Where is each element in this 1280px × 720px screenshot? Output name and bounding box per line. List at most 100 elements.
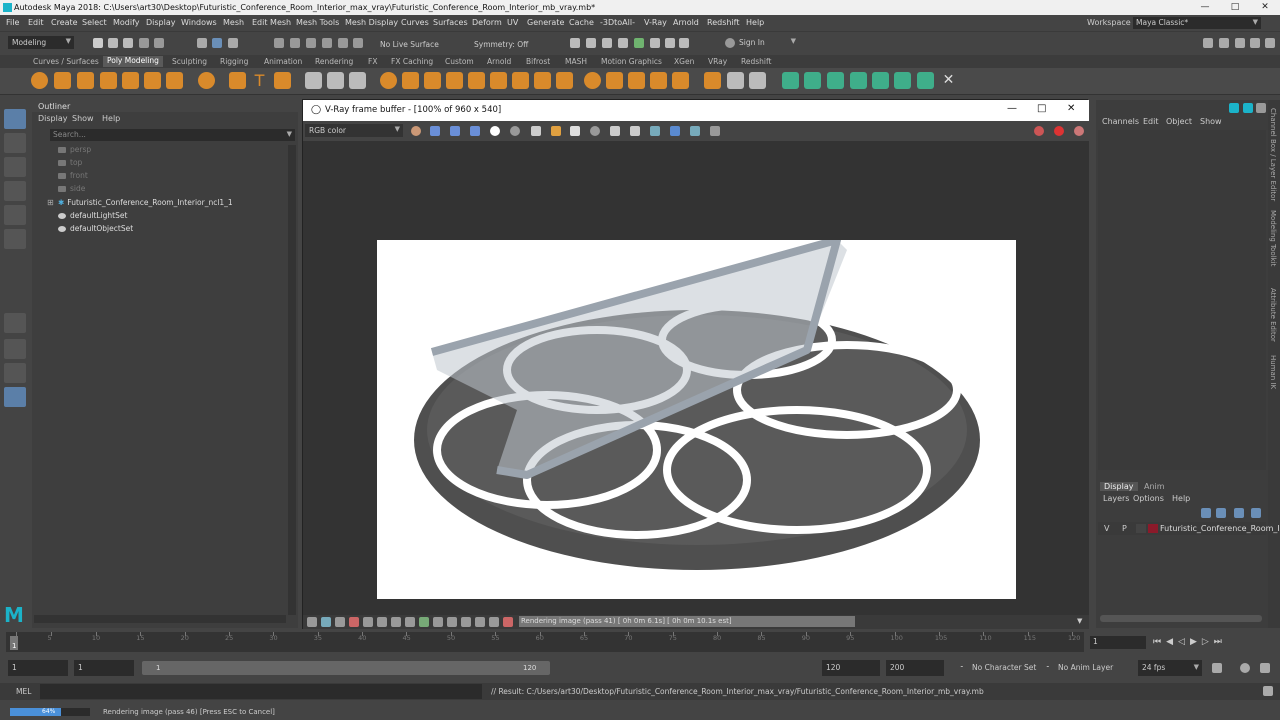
menu-file[interactable]: File <box>6 18 19 27</box>
vray-maximize-button[interactable]: □ <box>1037 103 1046 114</box>
blue-channel-icon[interactable] <box>470 126 480 136</box>
channelbox-menu-show[interactable]: Show <box>1200 117 1222 126</box>
layer-down-icon[interactable] <box>1251 508 1261 518</box>
menu-modify[interactable]: Modify <box>113 18 140 27</box>
toggle-tool-settings-icon[interactable] <box>1235 38 1245 48</box>
anim-prefs-icon[interactable] <box>1260 663 1270 673</box>
anim-end-field[interactable]: 200 <box>886 660 944 676</box>
select-object-icon[interactable] <box>212 38 222 48</box>
current-frame-field[interactable]: 1 <box>1090 636 1146 649</box>
super-shape-icon[interactable] <box>229 72 246 89</box>
combine-icon[interactable] <box>305 72 322 89</box>
vray-tool-icon[interactable] <box>349 617 359 627</box>
symmetry-label[interactable]: Symmetry: Off <box>474 40 528 49</box>
menu-redshift[interactable]: Redshift <box>707 18 739 27</box>
poly-disc-icon[interactable] <box>166 72 183 89</box>
poly-torus-icon[interactable] <box>122 72 139 89</box>
start-render-icon[interactable] <box>1074 126 1084 136</box>
layer-tab-display[interactable]: Display <box>1100 482 1138 491</box>
select-hierarchy-icon[interactable] <box>197 38 207 48</box>
type-tool-icon[interactable]: T <box>251 72 268 89</box>
vray-tool-icon[interactable] <box>461 617 471 627</box>
maximize-button[interactable]: □ <box>1220 0 1250 15</box>
layer-visibility-toggle[interactable]: V <box>1104 524 1109 533</box>
vray-tool-icon[interactable] <box>377 617 387 627</box>
script-language-toggle[interactable]: MEL <box>16 687 31 696</box>
channel-select[interactable]: RGB color ▼ <box>305 124 403 137</box>
layer-menu-help[interactable]: Help <box>1172 494 1190 503</box>
shelf-tab-xgen[interactable]: XGen <box>674 57 694 66</box>
live-surface-label[interactable]: No Live Surface <box>380 40 439 49</box>
color-picker-icon[interactable] <box>411 126 421 136</box>
outliner-item-persp[interactable]: persp <box>58 145 91 154</box>
reduce-icon[interactable] <box>749 72 766 89</box>
vray-tool-icon[interactable] <box>475 617 485 627</box>
character-set-select[interactable]: No Character Set <box>968 660 1038 676</box>
history-icon[interactable] <box>670 126 680 136</box>
menu-cache[interactable]: Cache <box>569 18 594 27</box>
menu-help[interactable]: Help <box>746 18 764 27</box>
track-mouse-icon[interactable] <box>590 126 600 136</box>
snap-vertex-icon[interactable] <box>353 38 363 48</box>
paint-select-icon[interactable] <box>4 157 26 177</box>
lasso-tool-icon[interactable] <box>4 133 26 153</box>
redo-icon[interactable] <box>154 38 164 48</box>
shelf-tab-curves-surfaces[interactable]: Curves / Surfaces <box>33 57 99 66</box>
uv-cylindrical-icon[interactable] <box>804 72 821 89</box>
render-history-icon[interactable] <box>570 38 580 48</box>
layer-row[interactable]: V P Futuristic_Conference_Room_I <box>1098 522 1280 535</box>
menu-create[interactable]: Create <box>51 18 78 27</box>
quad-draw-icon[interactable] <box>704 72 721 89</box>
vray-tool-icon[interactable] <box>307 617 317 627</box>
script-editor-icon[interactable] <box>1263 686 1273 696</box>
shelf-tab-fx-caching[interactable]: FX Caching <box>391 57 433 66</box>
snap-grid-icon[interactable] <box>274 38 284 48</box>
layer-type-toggle[interactable] <box>1136 524 1146 533</box>
outliner-menu-help[interactable]: Help <box>102 114 120 123</box>
shelf-tab-arnold[interactable]: Arnold <box>487 57 511 66</box>
outliner-search-input[interactable]: Search... ▼ <box>50 129 295 141</box>
merge-icon[interactable] <box>512 72 529 89</box>
lens-effects-icon[interactable] <box>690 126 700 136</box>
command-input[interactable] <box>40 684 482 699</box>
menu-select[interactable]: Select <box>82 18 107 27</box>
layer-up-icon[interactable] <box>1234 508 1244 518</box>
anim-layer-select[interactable]: No Anim Layer <box>1054 660 1129 676</box>
outliner-item-side[interactable]: side <box>58 184 85 193</box>
vray-tool-icon[interactable] <box>433 617 443 627</box>
poly-plane-icon[interactable] <box>144 72 161 89</box>
vray-tool-icon[interactable] <box>391 617 401 627</box>
vray-tool-icon[interactable] <box>405 617 415 627</box>
vray-ipr-icon[interactable] <box>665 38 675 48</box>
menu-edit[interactable]: Edit <box>28 18 44 27</box>
single-view-icon[interactable] <box>4 313 26 333</box>
vray-tool-icon[interactable] <box>363 617 373 627</box>
go-to-end-icon[interactable]: ⏭ <box>1214 637 1227 647</box>
clear-image-icon[interactable] <box>570 126 580 136</box>
uv-sew-icon[interactable] <box>894 72 911 89</box>
workspace-select[interactable]: Maya Classic* ▼ <box>1133 17 1261 29</box>
fps-select[interactable]: 24 fps ▼ <box>1138 660 1202 676</box>
poly-cone-icon[interactable] <box>100 72 117 89</box>
toggle-attribute-editor-icon[interactable] <box>1219 38 1229 48</box>
layer-color-swatch[interactable] <box>1148 524 1158 533</box>
svg-tool-icon[interactable] <box>274 72 291 89</box>
channelbox-menu-object[interactable]: Object <box>1166 117 1192 126</box>
fill-hole-icon[interactable] <box>490 72 507 89</box>
toggle-outliner-icon[interactable] <box>1265 38 1275 48</box>
save-scene-icon[interactable] <box>123 38 133 48</box>
shelf-tab-rendering[interactable]: Rendering <box>315 57 353 66</box>
undo-icon[interactable] <box>139 38 149 48</box>
step-forward-key-icon[interactable]: ▷ <box>1202 637 1214 647</box>
menu-windows[interactable]: Windows <box>181 18 217 27</box>
shelf-tab-redshift[interactable]: Redshift <box>741 57 771 66</box>
channelbox-menu-edit[interactable]: Edit <box>1143 117 1159 126</box>
menu-uv[interactable]: UV <box>507 18 518 27</box>
outliner-item-default-object-set[interactable]: defaultObjectSet <box>58 224 133 233</box>
offset-edge-loop-icon[interactable] <box>672 72 689 89</box>
bevel-icon[interactable] <box>446 72 463 89</box>
open-scene-icon[interactable] <box>108 38 118 48</box>
vray-tool-icon[interactable] <box>419 617 429 627</box>
channelbox-toggle-icon[interactable] <box>1243 103 1253 113</box>
outliner-menu-show[interactable]: Show <box>72 114 94 123</box>
